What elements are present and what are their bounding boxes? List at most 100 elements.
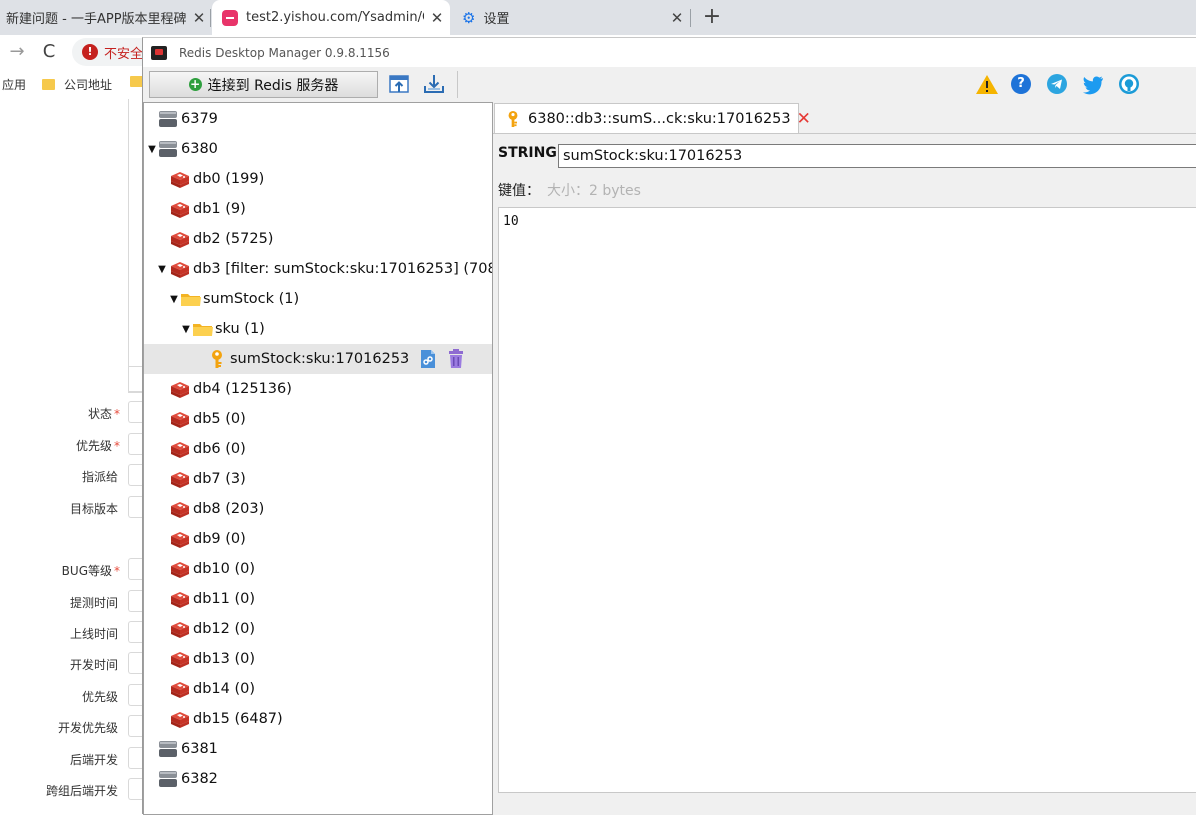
tree-server-6379[interactable]: 6379	[144, 104, 492, 134]
key-icon	[212, 350, 222, 368]
copy-key-icon[interactable]	[419, 349, 437, 369]
database-icon	[171, 622, 189, 638]
field-label-bug-level: BUG等级 *	[61, 564, 120, 578]
expand-arrow-icon[interactable]: ▼	[146, 144, 158, 155]
db-label: db14	[193, 681, 230, 697]
tree-db-db13[interactable]: db13 (0)	[144, 644, 492, 674]
expand-arrow-icon[interactable]: ▼	[168, 294, 180, 305]
tree-db-db15[interactable]: db15 (6487)	[144, 704, 492, 734]
tree-db-db2[interactable]: db2 (5725)	[144, 224, 492, 254]
bookmark-company[interactable]: 公司地址	[42, 76, 112, 93]
github-icon[interactable]	[1117, 72, 1141, 96]
database-icon	[171, 532, 189, 548]
value-editor[interactable]: 10	[498, 207, 1196, 793]
server-icon	[159, 141, 177, 157]
key-tab[interactable]: 6380::db3::sumS...ck:sku:17016253 ✕	[494, 103, 811, 133]
expand-arrow-icon[interactable]: ▼	[180, 324, 192, 335]
tab-divider	[493, 133, 1196, 134]
database-icon	[171, 442, 189, 458]
tree-db-db10[interactable]: db10 (0)	[144, 554, 492, 584]
tree-db-db6[interactable]: db6 (0)	[144, 434, 492, 464]
tree-folder-sumstock[interactable]: ▼ sumStock (1)	[144, 284, 492, 314]
server-label: 6382	[181, 771, 218, 787]
close-icon[interactable]: ✕	[664, 9, 690, 27]
db-label: db9	[193, 531, 221, 547]
close-icon[interactable]: ✕	[186, 9, 212, 27]
tree-db-db0[interactable]: db0 (199)	[144, 164, 492, 194]
browser-tab-bar: 新建问题 - 一手APP版本里程碑 ✕ test2.yishou.com/Ysa…	[0, 0, 1196, 35]
tab-divider	[210, 9, 211, 27]
telegram-icon[interactable]	[1045, 72, 1069, 96]
tree-server-6380[interactable]: ▼ 6380	[144, 134, 492, 164]
tree-db-db5[interactable]: db5 (0)	[144, 404, 492, 434]
db-label: db15	[193, 711, 230, 727]
warning-icon[interactable]	[975, 73, 999, 97]
db-count: (0)	[225, 531, 246, 547]
db-count: (9)	[225, 201, 246, 217]
browser-tab-title: 新建问题 - 一手APP版本里程碑	[6, 12, 186, 27]
db-count: (0)	[234, 681, 256, 697]
key-tab-title: 6380::db3::sumS...ck:sku:17016253	[528, 110, 791, 127]
bookmark-apps[interactable]: 应用	[2, 76, 26, 93]
security-warning-text: 不安全	[104, 46, 144, 62]
database-icon	[171, 172, 189, 188]
field-label-priority: 优先级 *	[75, 439, 120, 453]
gear-icon: ⚙	[462, 8, 476, 27]
import-icon[interactable]	[387, 72, 411, 96]
tree-db-db8[interactable]: db8 (203)	[144, 494, 492, 524]
tree-key-item[interactable]: sumStock:sku:17016253	[144, 344, 492, 374]
key-name-field[interactable]: sumStock:sku:17016253	[558, 144, 1196, 168]
value-label: 键值：	[498, 183, 540, 199]
database-icon	[171, 712, 189, 728]
tree-server-6381[interactable]: 6381	[144, 734, 492, 764]
db-count: (0)	[234, 621, 256, 637]
field-label-release-time: 上线时间	[69, 627, 118, 641]
db-count: (0)	[234, 651, 256, 667]
tree-server-6382[interactable]: 6382	[144, 764, 492, 794]
browser-tab-admin[interactable]: test2.yishou.com/Ysadmin/Cro ✕	[212, 0, 450, 35]
tree-db-db3[interactable]: ▼ db3 [filter: sumStock:sku:17016253] (7…	[144, 254, 492, 284]
reload-icon[interactable]: C	[36, 39, 62, 65]
new-tab-button[interactable]: +	[700, 2, 724, 32]
database-icon	[171, 682, 189, 698]
connect-to-redis-button[interactable]: + 连接到 Redis 服务器	[149, 71, 378, 98]
database-icon	[171, 472, 189, 488]
database-icon	[171, 502, 189, 518]
database-icon	[171, 202, 189, 218]
tree-db-db9[interactable]: db9 (0)	[144, 524, 492, 554]
close-icon[interactable]: ✕	[797, 109, 811, 129]
expand-arrow-icon[interactable]: ▼	[156, 264, 168, 275]
field-label-priority-2: 优先级	[81, 690, 118, 704]
db-label: db3 [filter: sumStock:sku:17016253] (708…	[193, 261, 493, 277]
value-size-label: 大小：2 bytes	[547, 183, 641, 199]
field-label-target-version: 目标版本	[69, 502, 118, 516]
db-count: (5725)	[225, 231, 274, 247]
database-icon	[171, 382, 189, 398]
forward-icon[interactable]: →	[4, 39, 30, 65]
browser-tab-issue[interactable]: 新建问题 - 一手APP版本里程碑 ✕	[0, 0, 212, 35]
tree-db-db4[interactable]: db4 (125136)	[144, 374, 492, 404]
folder-icon	[193, 324, 213, 336]
folder-icon	[181, 294, 201, 306]
field-label-dev-time: 开发时间	[69, 658, 118, 672]
window-title-bar: Redis Desktop Manager 0.9.8.1156	[143, 38, 1196, 67]
db-label: db12	[193, 621, 230, 637]
browser-tab-settings[interactable]: ⚙ 设置 ✕	[450, 0, 690, 35]
key-type-label: STRING:	[498, 145, 563, 161]
server-icon	[159, 741, 177, 757]
twitter-icon[interactable]	[1081, 72, 1105, 96]
tree-db-db7[interactable]: db7 (3)	[144, 464, 492, 494]
export-icon[interactable]	[422, 72, 446, 96]
tree-db-db11[interactable]: db11 (0)	[144, 584, 492, 614]
delete-key-icon[interactable]	[447, 349, 465, 369]
tree-db-db14[interactable]: db14 (0)	[144, 674, 492, 704]
tree-folder-sku[interactable]: ▼ sku (1)	[144, 314, 492, 344]
server-icon	[159, 771, 177, 787]
redis-desktop-manager-window: Redis Desktop Manager 0.9.8.1156 + 连接到 R…	[142, 37, 1196, 815]
help-icon[interactable]: ?	[1011, 74, 1031, 94]
tree-db-db12[interactable]: db12 (0)	[144, 614, 492, 644]
warning-icon: !	[82, 44, 98, 60]
tree-db-db1[interactable]: db1 (9)	[144, 194, 492, 224]
close-icon[interactable]: ✕	[424, 9, 450, 27]
field-label-dev-priority: 开发优先级	[57, 721, 118, 735]
